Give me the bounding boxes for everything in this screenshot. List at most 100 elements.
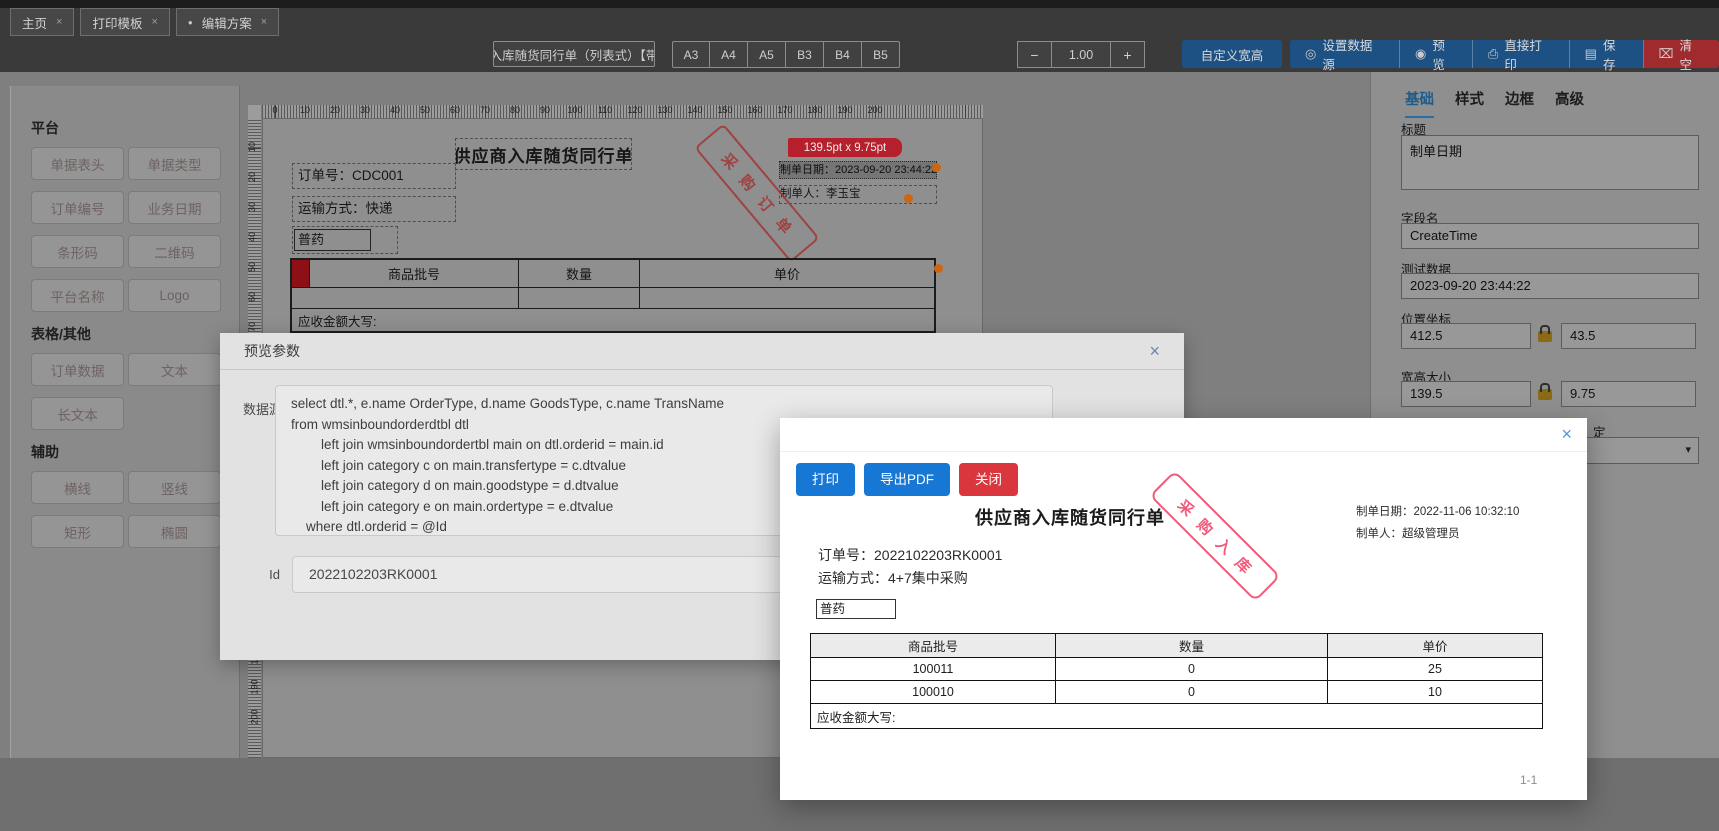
paper-size-b3[interactable]: B3 (786, 41, 824, 68)
tab-print-template[interactable]: 打印模板 × (80, 8, 170, 36)
resize-handle[interactable] (904, 194, 913, 203)
ruler-number: 10 (247, 141, 258, 153)
ruler-number: 20 (329, 105, 341, 115)
ruler-number: 30 (247, 201, 258, 213)
tab-border[interactable]: 边框 (1505, 88, 1534, 118)
design-table[interactable]: 商品批号 数量 单价 应收金额大写: (290, 258, 936, 333)
table-cell[interactable] (292, 288, 519, 309)
tab-edit-scheme[interactable]: ● 编辑方案 × (175, 8, 280, 36)
lock-icon[interactable] (1538, 383, 1552, 400)
design-goods-type[interactable]: 普药 (292, 226, 398, 254)
ruler-number: 120 (627, 105, 643, 115)
palette-grid: 单据表头 单据类型 订单编号 业务日期 条形码 二维码 平台名称 Logo (31, 147, 239, 312)
resize-handle[interactable] (932, 163, 941, 172)
pos-x-input[interactable]: 412.5 (1401, 323, 1531, 349)
pos-y-input[interactable]: 43.5 (1561, 323, 1696, 349)
design-transport[interactable]: 运输方式：快递 (292, 196, 456, 222)
amount-in-words-cell[interactable]: 应收金额大写: (292, 309, 934, 331)
tab-close-icon[interactable]: × (261, 16, 267, 28)
table-red-marker[interactable] (292, 260, 310, 288)
custom-size-button[interactable]: 自定义宽高 (1182, 40, 1282, 68)
palette-button[interactable]: 条形码 (31, 235, 124, 268)
print-button[interactable]: 打印 (796, 463, 855, 496)
palette-button[interactable]: 订单编号 (31, 191, 124, 224)
design-creator[interactable]: 制单人：李玉宝 (779, 185, 937, 204)
design-doc-title[interactable]: 供应商入库随货同行单 (455, 138, 632, 170)
ruler-number: 40 (389, 105, 401, 115)
preview-transport: 运输方式：4+7集中采购 (818, 570, 968, 586)
paper-size-b4[interactable]: B4 (824, 41, 862, 68)
page-indicator: 1-1 (1520, 773, 1538, 787)
palette-button[interactable]: 横线 (31, 471, 124, 504)
palette-button[interactable]: 业务日期 (128, 191, 221, 224)
paper-size-b5[interactable]: B5 (862, 41, 900, 68)
title-textarea[interactable]: 制单日期 (1401, 135, 1699, 190)
tab-advanced[interactable]: 高级 (1555, 88, 1584, 118)
paper-size-a4[interactable]: A4 (710, 41, 748, 68)
cell-qty: 0 (1056, 681, 1328, 704)
save-button[interactable]: ▤ 保存 (1569, 39, 1644, 72)
palette-button[interactable]: Logo (128, 279, 221, 312)
palette-button[interactable]: 单据类型 (128, 147, 221, 180)
palette-button[interactable]: 文本 (128, 353, 221, 386)
ruler-number: 90 (539, 105, 551, 115)
width-input[interactable]: 139.5 (1401, 381, 1531, 407)
toolbar: 入库随货同行单（列表式）【带 A3 A4 A5 B3 B4 B5 − 1.00 … (0, 36, 1719, 72)
table-cell[interactable] (519, 288, 640, 309)
col-header-batch: 商品批号 (811, 634, 1056, 658)
palette-button[interactable]: 平台名称 (31, 279, 124, 312)
design-order-no[interactable]: 订单号：CDC001 (292, 163, 456, 189)
test-data-input[interactable]: 2023-09-20 23:44:22 (1401, 273, 1699, 299)
ruler-number: 150 (717, 105, 733, 115)
ruler-number: 50 (247, 261, 258, 273)
col-header-price[interactable]: 单价 (640, 260, 934, 288)
col-header-qty[interactable]: 数量 (519, 260, 640, 288)
palette-button[interactable]: 椭圆 (128, 515, 221, 548)
design-create-date-selected[interactable]: 制单日期：2023-09-20 23:44:22 (779, 161, 937, 179)
resize-handle[interactable] (934, 264, 943, 273)
ruler-number: 60 (247, 291, 258, 303)
col-header-batch[interactable]: 商品批号 (310, 260, 519, 288)
zoom-control: − 1.00 + (1017, 41, 1145, 68)
height-input[interactable]: 9.75 (1561, 381, 1696, 407)
ruler-number: 70 (479, 105, 491, 115)
tab-basic[interactable]: 基础 (1405, 88, 1434, 118)
palette-button[interactable]: 单据表头 (31, 147, 124, 180)
palette-button[interactable]: 竖线 (128, 471, 221, 504)
preview-order-no: 订单号：2022102203RK0001 (818, 547, 1003, 563)
close-icon[interactable]: × (1561, 425, 1572, 443)
ruler-number: 160 (747, 105, 763, 115)
printer-icon: ⎙ (1487, 46, 1499, 61)
save-icon: ▤ (1584, 46, 1597, 61)
table-footer-row: 应收金额大写: (292, 309, 934, 331)
zoom-out-button[interactable]: − (1017, 41, 1052, 68)
paper-size-a3[interactable]: A3 (672, 41, 710, 68)
palette-button[interactable]: 二维码 (128, 235, 221, 268)
template-name-input[interactable]: 入库随货同行单（列表式）【带 (493, 41, 655, 67)
dialog-header: 预览参数 × (220, 333, 1184, 370)
palette-button[interactable]: 长文本 (31, 397, 124, 430)
table-cell[interactable] (640, 288, 934, 309)
tab-close-icon[interactable]: × (151, 16, 157, 28)
preview-button[interactable]: ◉ 预览 (1400, 39, 1473, 72)
set-datasource-button[interactable]: ◎ 设置数据源 (1290, 39, 1401, 72)
zoom-value[interactable]: 1.00 (1052, 41, 1110, 68)
tab-home[interactable]: 主页 × (10, 8, 75, 36)
palette-button[interactable]: 订单数据 (31, 353, 124, 386)
tab-close-icon[interactable]: × (56, 16, 62, 28)
print-preview-dialog: × 打印 导出PDF 关闭 供应商入库随货同行单 订单号：2022102203R… (780, 418, 1587, 800)
paper-size-a5[interactable]: A5 (748, 41, 786, 68)
table-row: 100011 0 25 (811, 658, 1542, 681)
field-name-input[interactable]: CreateTime (1401, 223, 1699, 249)
clear-button[interactable]: ⌧ 清空 (1643, 39, 1719, 72)
preview-actions: 打印 导出PDF 关闭 (796, 463, 1018, 496)
direct-print-button[interactable]: ⎙ 直接打印 (1472, 39, 1570, 72)
cell-batch: 100011 (811, 658, 1056, 681)
tab-style[interactable]: 样式 (1455, 88, 1484, 118)
lock-icon[interactable] (1538, 325, 1552, 342)
palette-button[interactable]: 矩形 (31, 515, 124, 548)
close-icon[interactable]: × (1149, 342, 1160, 360)
export-pdf-button[interactable]: 导出PDF (864, 463, 950, 496)
zoom-in-button[interactable]: + (1110, 41, 1145, 68)
close-button[interactable]: 关闭 (959, 463, 1018, 496)
